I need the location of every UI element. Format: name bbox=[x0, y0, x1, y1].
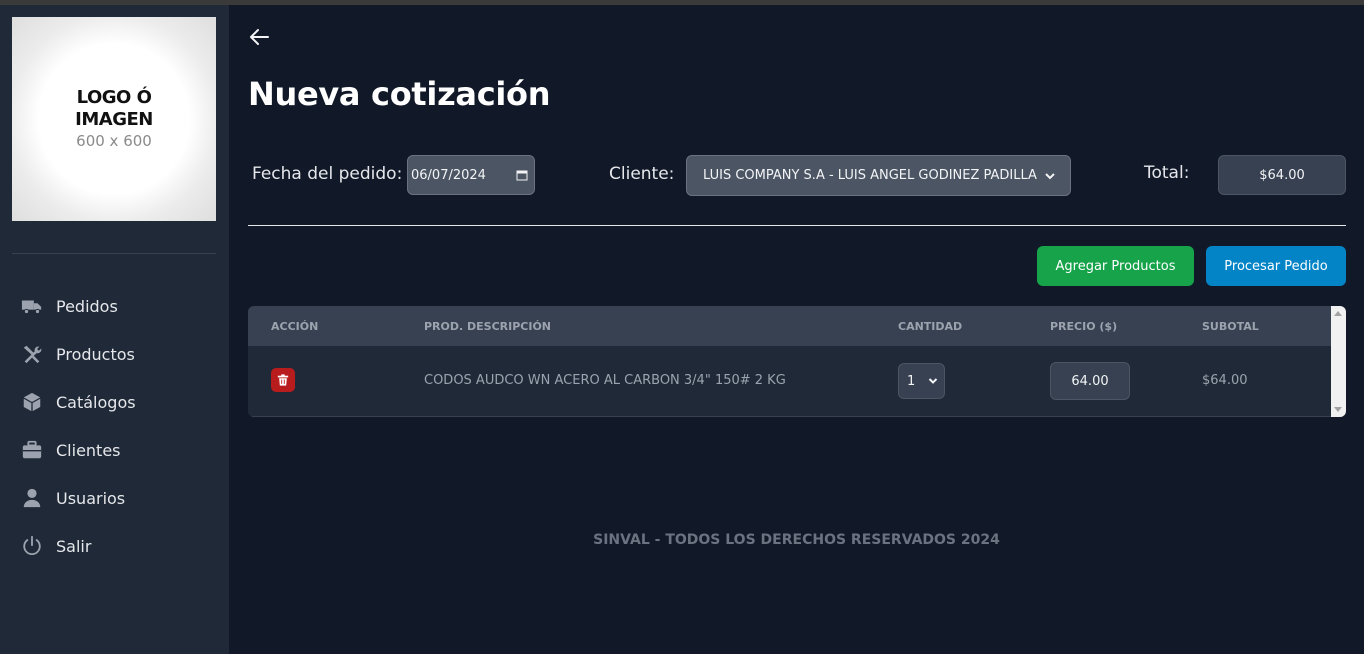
logo-text-line1: LOGO Ó bbox=[76, 87, 152, 108]
truck-icon bbox=[20, 294, 44, 318]
sidebar: LOGO Ó IMAGEN 600 x 600 Pedidos Producto… bbox=[0, 5, 229, 654]
delete-product-button[interactable] bbox=[271, 368, 295, 392]
sidebar-item-label: Productos bbox=[56, 344, 135, 364]
sidebar-item-label: Clientes bbox=[56, 440, 121, 460]
sidebar-item-usuarios[interactable]: Usuarios bbox=[0, 474, 229, 522]
column-header-cantidad: CANTIDAD bbox=[898, 320, 963, 333]
chevron-down-icon bbox=[928, 378, 938, 384]
power-icon bbox=[20, 534, 44, 558]
order-date-input[interactable]: 06/07/2024 bbox=[407, 155, 535, 195]
client-label: Cliente: bbox=[609, 164, 675, 184]
box-icon bbox=[20, 390, 44, 414]
products-table: ACCIÓN PROD. DESCRIPCIÓN CANTIDAD PRECIO… bbox=[248, 306, 1346, 417]
client-select[interactable]: LUIS COMPANY S.A - LUIS ANGEL GODINEZ PA… bbox=[686, 155, 1071, 196]
logo-placeholder: LOGO Ó IMAGEN 600 x 600 bbox=[12, 17, 216, 221]
column-header-accion: ACCIÓN bbox=[271, 320, 319, 333]
column-header-subtotal: SUBOTAL bbox=[1202, 320, 1259, 333]
calendar-icon[interactable] bbox=[516, 169, 528, 181]
sidebar-item-productos[interactable]: Productos bbox=[0, 330, 229, 378]
column-header-precio: PRECIO ($) bbox=[1050, 320, 1118, 333]
order-date-value: 06/07/2024 bbox=[411, 167, 486, 183]
briefcase-icon bbox=[20, 438, 44, 462]
quantity-value: 1 bbox=[907, 373, 916, 389]
logo-text-line2: IMAGEN bbox=[75, 109, 153, 130]
price-input[interactable]: 64.00 bbox=[1050, 362, 1130, 400]
table-row: CODOS AUDCO WN ACERO AL CARBON 3/4" 150#… bbox=[248, 346, 1331, 417]
total-value: $64.00 bbox=[1259, 167, 1305, 183]
sidebar-item-label: Pedidos bbox=[56, 296, 118, 316]
scroll-down-arrow-icon[interactable] bbox=[1334, 407, 1342, 412]
sidebar-item-catalogos[interactable]: Catálogos bbox=[0, 378, 229, 426]
chevron-down-icon bbox=[1045, 173, 1055, 180]
scroll-up-arrow-icon[interactable] bbox=[1334, 311, 1342, 316]
logo-size-text: 600 x 600 bbox=[76, 132, 152, 150]
sidebar-item-clientes[interactable]: Clientes bbox=[0, 426, 229, 474]
process-order-button[interactable]: Procesar Pedido bbox=[1206, 246, 1346, 286]
sidebar-item-pedidos[interactable]: Pedidos bbox=[0, 282, 229, 330]
table-scrollbar[interactable] bbox=[1331, 306, 1346, 417]
sidebar-item-salir[interactable]: Salir bbox=[0, 522, 229, 570]
subtotal-value: $64.00 bbox=[1202, 373, 1248, 388]
quantity-select[interactable]: 1 bbox=[898, 363, 945, 399]
user-icon bbox=[20, 486, 44, 510]
total-label: Total: bbox=[1144, 163, 1190, 183]
back-button[interactable] bbox=[247, 25, 273, 49]
sidebar-item-label: Catálogos bbox=[56, 392, 136, 412]
footer-copyright: SINVAL - TODOS LOS DERECHOS RESERVADOS 2… bbox=[593, 532, 1000, 548]
price-value: 64.00 bbox=[1071, 373, 1109, 389]
main-content: Nueva cotización Fecha del pedido: 06/07… bbox=[229, 5, 1364, 654]
date-label: Fecha del pedido: bbox=[252, 164, 403, 184]
sidebar-item-label: Salir bbox=[56, 536, 92, 556]
total-value-field: $64.00 bbox=[1218, 155, 1346, 195]
add-products-button[interactable]: Agregar Productos bbox=[1037, 246, 1194, 286]
sidebar-nav: Pedidos Productos Catálogos Clientes Usu… bbox=[0, 282, 229, 570]
product-description: CODOS AUDCO WN ACERO AL CARBON 3/4" 150#… bbox=[424, 373, 786, 388]
section-divider bbox=[248, 225, 1346, 226]
arrow-left-icon bbox=[250, 29, 269, 45]
sidebar-divider bbox=[12, 253, 216, 254]
sidebar-item-label: Usuarios bbox=[56, 488, 126, 508]
page-title: Nueva cotización bbox=[248, 75, 551, 113]
table-header: ACCIÓN PROD. DESCRIPCIÓN CANTIDAD PRECIO… bbox=[248, 306, 1331, 346]
trash-icon bbox=[277, 374, 289, 386]
client-selected-value: LUIS COMPANY S.A - LUIS ANGEL GODINEZ PA… bbox=[703, 168, 1037, 183]
column-header-descripcion: PROD. DESCRIPCIÓN bbox=[424, 320, 552, 333]
tools-icon bbox=[20, 342, 44, 366]
